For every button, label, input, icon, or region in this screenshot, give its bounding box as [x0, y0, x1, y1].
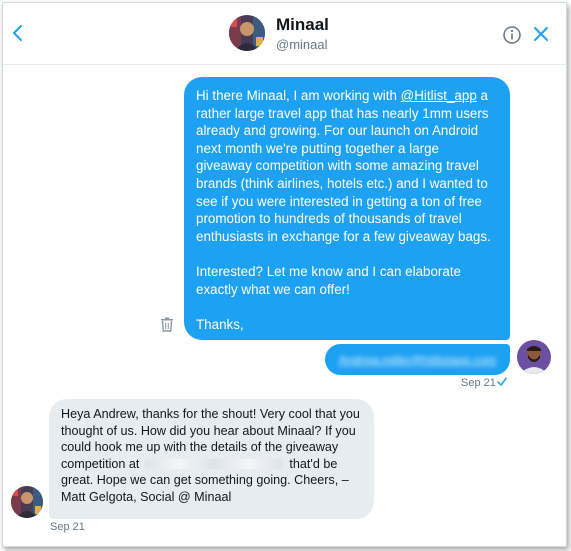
- checkmark-icon: [497, 377, 507, 386]
- contact-handle[interactable]: @minaal: [276, 37, 328, 52]
- incoming-message-bubble[interactable]: Heya Andrew, thanks for the shout! Very …: [49, 399, 374, 519]
- contact-name[interactable]: Minaal: [276, 15, 329, 35]
- message-line: could hook me up with the details of the…: [61, 440, 339, 455]
- back-button[interactable]: [9, 21, 29, 45]
- avatar[interactable]: [517, 340, 551, 374]
- outgoing-email-bubble[interactable]: Andrew.miller@hitlistapp.com: [325, 344, 510, 375]
- message-timestamp: Sep 21: [50, 521, 85, 533]
- message-timestamp: Sep 21: [461, 377, 496, 389]
- redacted-link: [145, 459, 284, 470]
- trash-icon: [161, 317, 173, 332]
- message-line: great. Hope we can get something going. …: [61, 473, 349, 488]
- close-icon: [534, 27, 548, 41]
- outgoing-message-bubble[interactable]: Hi there Minaal, I am working with @Hitl…: [184, 77, 510, 340]
- message-line: Matt Gelgota, Social @ Minaal: [61, 489, 232, 504]
- message-line: competition at that'd be: [61, 456, 338, 471]
- chevron-left-icon: [13, 25, 22, 41]
- email-link[interactable]: Andrew.miller@hitlistapp.com: [339, 353, 497, 367]
- conversation-header: Minaal @minaal: [3, 3, 566, 65]
- delete-message-button[interactable]: [160, 317, 174, 332]
- avatar[interactable]: [229, 15, 265, 51]
- message-line: thought of us. How did you hear about Mi…: [61, 423, 356, 438]
- message-line: Heya Andrew, thanks for the shout! Very …: [61, 407, 360, 421]
- mention-link[interactable]: @Hitlist_app: [401, 88, 477, 103]
- dm-conversation-window: Minaal @minaal Hi there Minaal, I am wor…: [2, 2, 567, 547]
- avatar[interactable]: [11, 486, 43, 518]
- info-icon: [503, 26, 521, 44]
- message-paragraph: Interested? Let me know and I can elabor…: [196, 263, 462, 297]
- message-paragraph: Hi there Minaal, I am working with @Hitl…: [196, 88, 491, 244]
- close-button[interactable]: [533, 26, 549, 42]
- message-paragraph: Thanks,: [196, 316, 244, 332]
- info-button[interactable]: [502, 25, 522, 45]
